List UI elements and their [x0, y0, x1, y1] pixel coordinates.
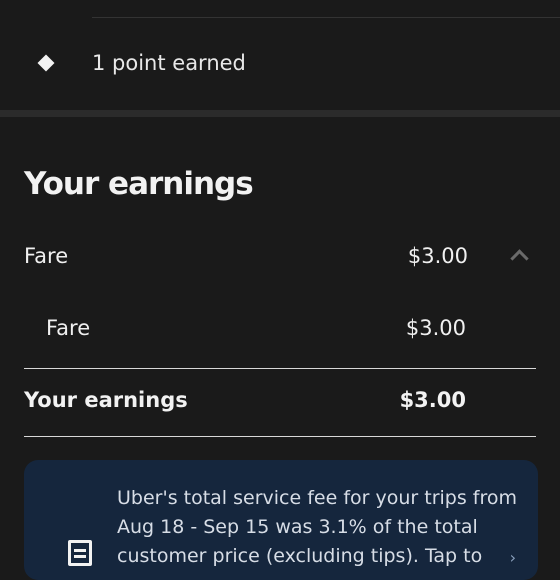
- total-earnings-row: Your earnings $3.00: [24, 382, 466, 422]
- service-fee-info-card[interactable]: Uber's total service fee for your trips …: [24, 460, 538, 580]
- points-earned-text: 1 point earned: [92, 51, 246, 75]
- fare-breakdown-toggle[interactable]: Fare $3.00: [24, 238, 536, 278]
- service-fee-info-text: Uber's total service fee for your trips …: [117, 487, 518, 567]
- fare-value: $3.00: [407, 244, 468, 268]
- divider: [24, 436, 536, 437]
- fare-sub-label: Fare: [46, 316, 91, 340]
- chevron-right-icon[interactable]: ›: [510, 548, 516, 567]
- fare-label: Fare: [24, 244, 69, 268]
- divider: [24, 368, 536, 369]
- total-earnings-label: Your earnings: [24, 388, 188, 412]
- diamond-icon: [37, 54, 55, 72]
- points-earned-row: 1 point earned: [0, 18, 560, 110]
- section-separator: [0, 110, 560, 117]
- chevron-up-icon[interactable]: [510, 249, 529, 268]
- fare-sub-row: Fare $3.00: [46, 310, 466, 350]
- total-earnings-value: $3.00: [399, 388, 466, 412]
- document-icon: [68, 540, 92, 566]
- fare-sub-value: $3.00: [405, 316, 466, 340]
- earnings-section-title: Your earnings: [24, 166, 254, 202]
